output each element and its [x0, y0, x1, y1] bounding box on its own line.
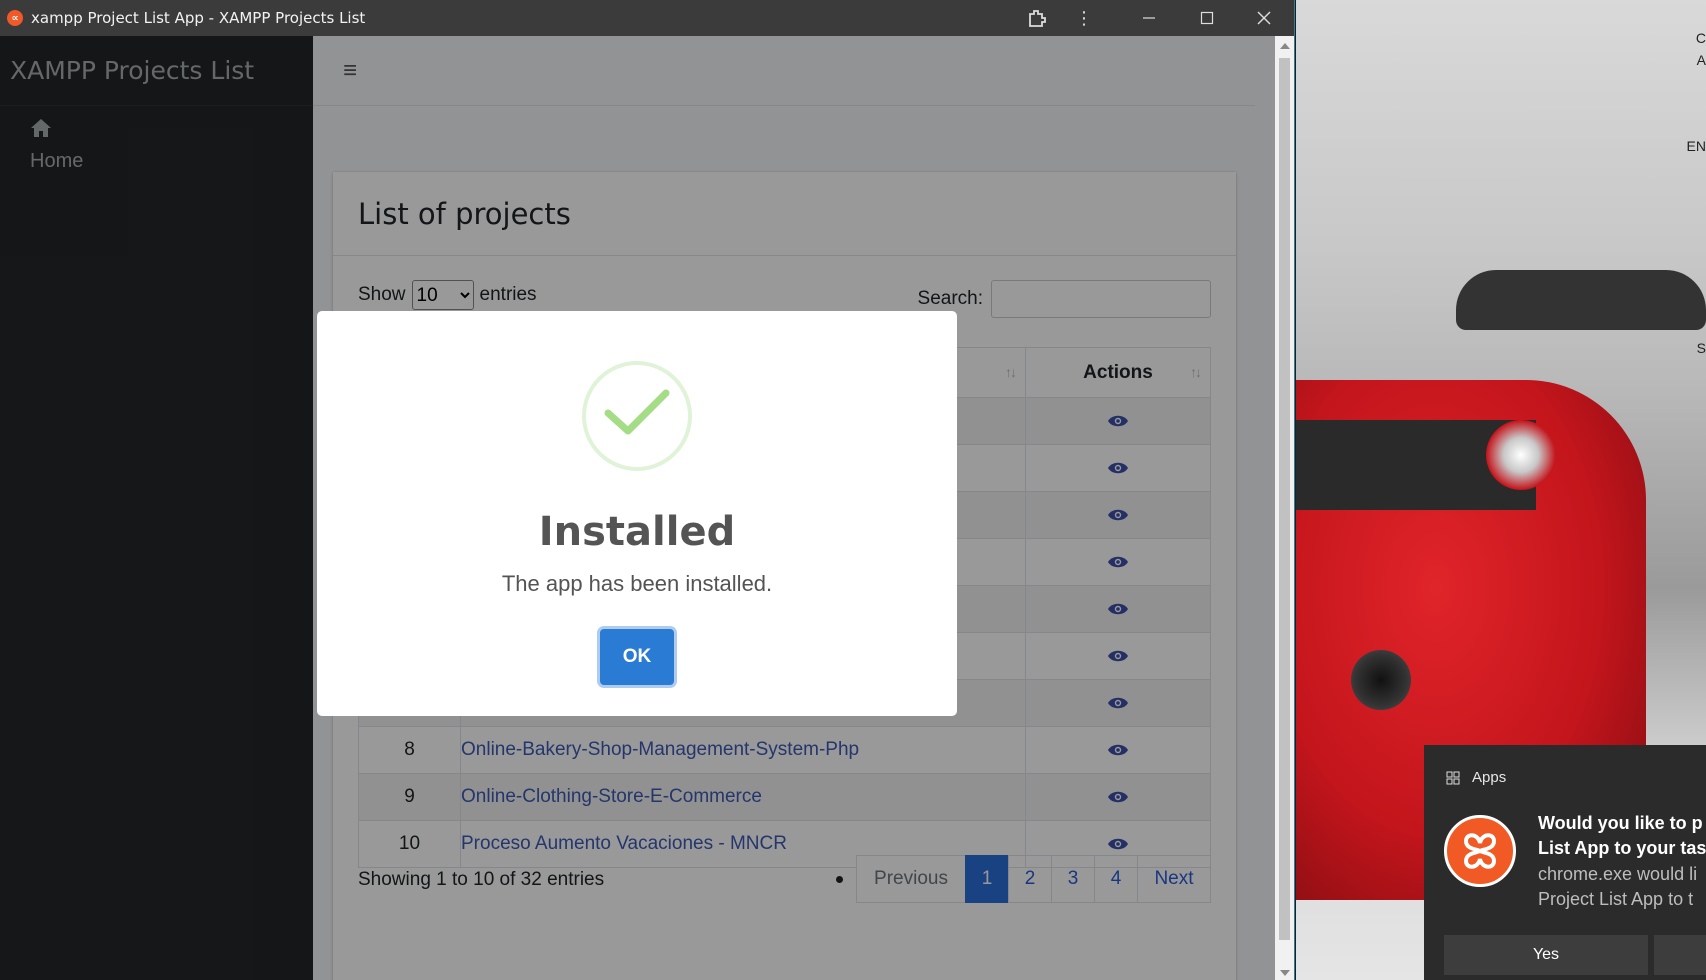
minimize-button[interactable] — [1126, 0, 1172, 36]
ok-button[interactable]: OK — [600, 629, 674, 685]
close-button[interactable] — [1241, 0, 1287, 36]
wallpaper-car-taillight — [1486, 420, 1556, 490]
notification-header: Apps — [1446, 769, 1506, 786]
pin-app-notification: Apps Would you like to p List App to you… — [1424, 745, 1706, 980]
extension-icon[interactable] — [1014, 0, 1060, 36]
second-button[interactable] — [1654, 935, 1706, 975]
scroll-up-arrow-icon[interactable] — [1280, 43, 1290, 49]
yes-button[interactable]: Yes — [1444, 935, 1648, 975]
desktop-edge-text: C — [1695, 30, 1706, 46]
xampp-app-icon: ∝ — [7, 10, 23, 26]
scroll-down-arrow-icon[interactable] — [1280, 970, 1290, 976]
wallpaper-car-exhaust — [1351, 650, 1411, 710]
window-title: xampp Project List App - XAMPP Projects … — [31, 9, 366, 27]
app-window: ∝ xampp Project List App - XAMPP Project… — [0, 0, 1295, 980]
installed-dialog: Installed The app has been installed. OK — [317, 311, 957, 716]
maximize-button[interactable] — [1184, 0, 1230, 36]
xampp-logo-icon — [1444, 815, 1516, 887]
notification-body: chrome.exe would li Project List App to … — [1538, 864, 1698, 909]
desktop-edge-text: S — [1696, 340, 1706, 356]
notification-app-name: Apps — [1472, 769, 1507, 786]
scrollbar-thumb[interactable] — [1279, 58, 1290, 940]
success-check-icon — [582, 361, 692, 471]
desktop-edge-text: A — [1696, 52, 1706, 68]
desktop-edge-text: EN — [1686, 138, 1706, 154]
wallpaper-car-wing — [1456, 270, 1706, 330]
notification-title: Would you like to p List App to your tas — [1538, 813, 1706, 858]
apps-icon — [1446, 771, 1460, 784]
scrollbar[interactable] — [1275, 36, 1294, 980]
more-options-icon[interactable]: ⋮ — [1061, 0, 1107, 36]
dialog-title: Installed — [538, 509, 736, 555]
dialog-message: The app has been installed. — [501, 571, 773, 596]
title-bar[interactable]: ∝ xampp Project List App - XAMPP Project… — [0, 0, 1294, 36]
